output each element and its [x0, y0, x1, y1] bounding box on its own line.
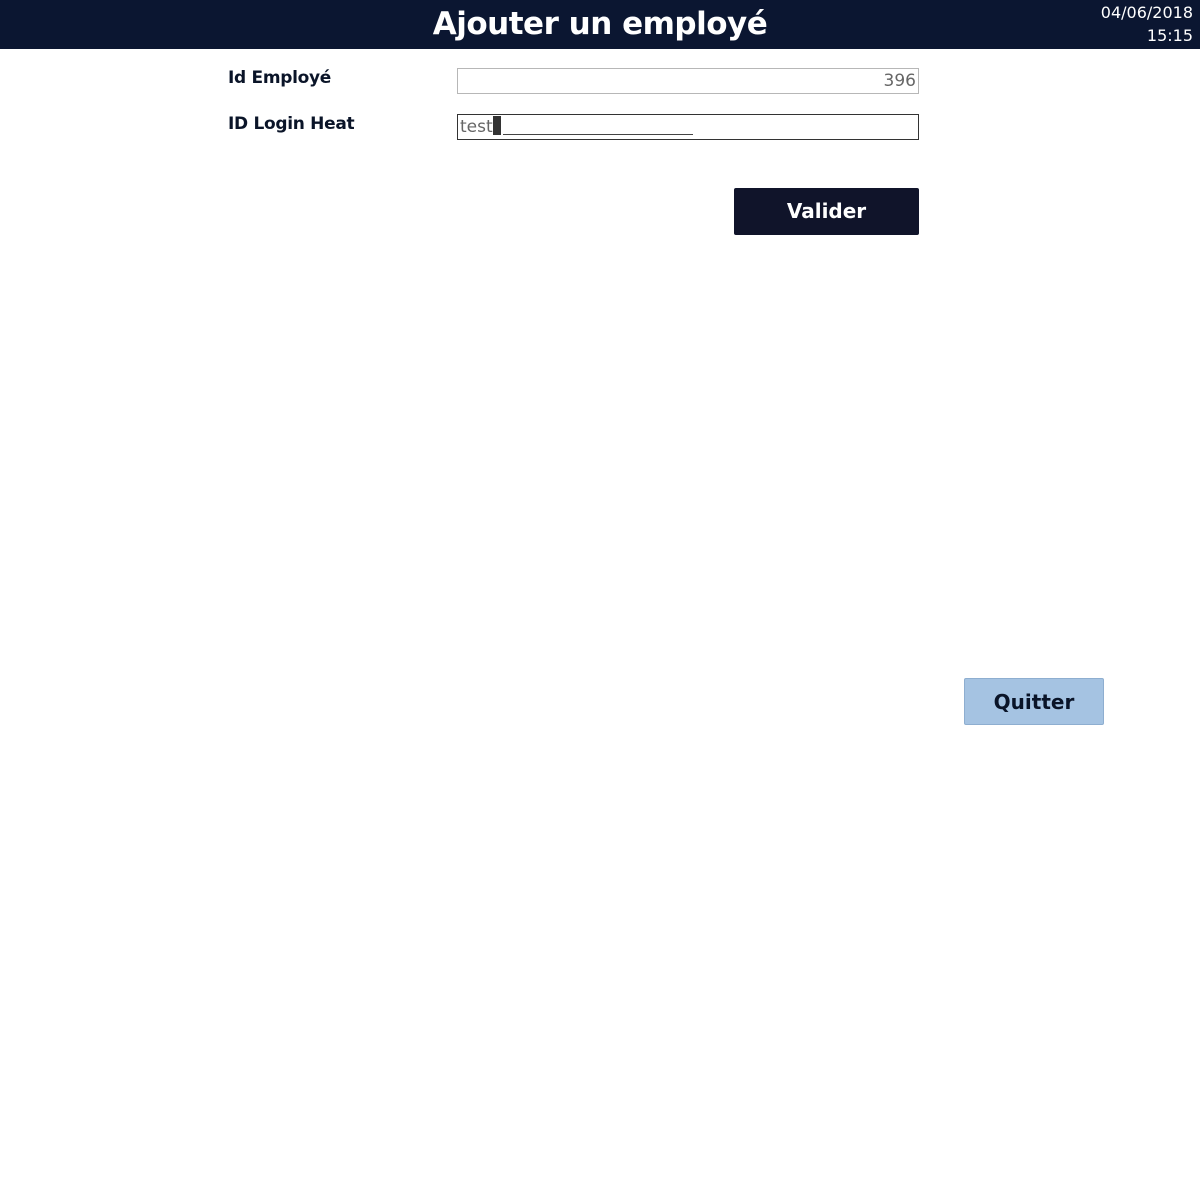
page-title: Ajouter un employé — [432, 6, 768, 42]
validate-button[interactable]: Valider — [734, 188, 919, 235]
employee-id-label: Id Employé — [228, 68, 332, 88]
date-label: 04/06/2018 — [1100, 3, 1193, 22]
datetime-display: 04/06/2018 15:15 — [1101, 1, 1193, 47]
input-underline — [503, 134, 693, 135]
login-heat-input[interactable]: test — [457, 114, 919, 140]
login-heat-value: test — [460, 117, 493, 137]
text-cursor — [492, 116, 501, 135]
time-label: 15:15 — [1146, 26, 1193, 45]
quit-button[interactable]: Quitter — [964, 678, 1104, 725]
login-heat-label: ID Login Heat — [228, 114, 355, 134]
header-bar: Ajouter un employé 04/06/2018 15:15 — [0, 0, 1200, 49]
employee-id-field: 396 — [457, 68, 919, 94]
